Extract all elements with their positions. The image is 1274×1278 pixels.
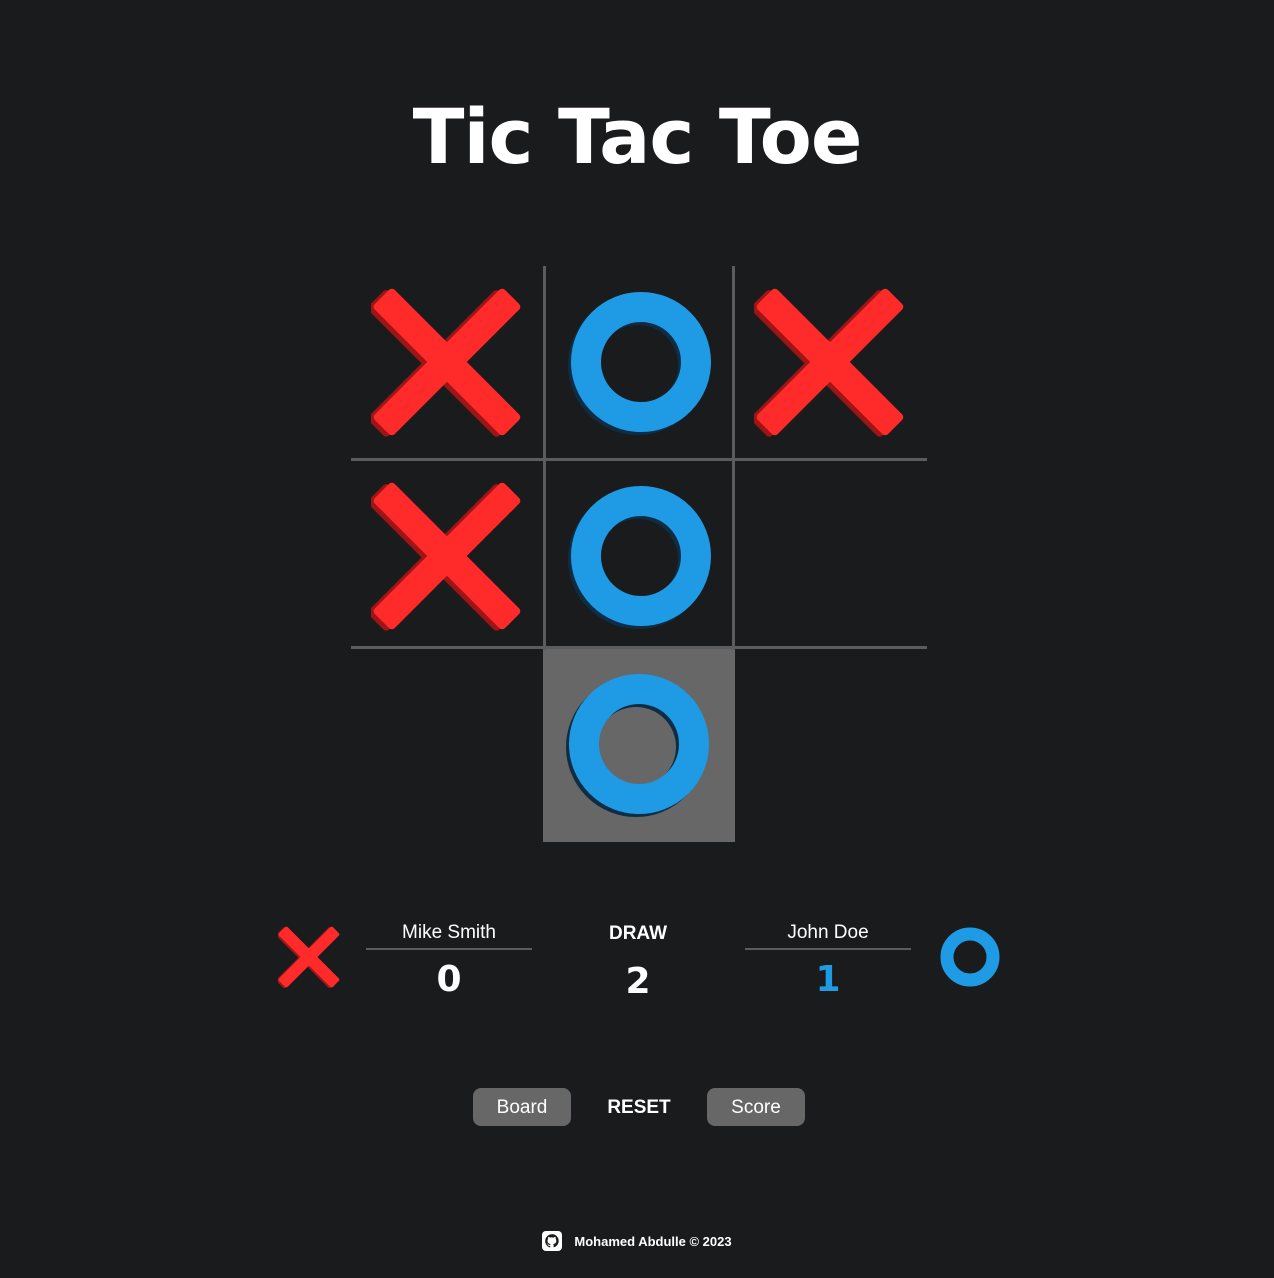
o-icon <box>940 927 1000 987</box>
o-mark-icon <box>568 486 711 629</box>
player-o-name: John Doe <box>745 920 911 950</box>
draw-score: DRAW 2 <box>588 910 688 1012</box>
reset-button[interactable]: RESET <box>589 1088 689 1126</box>
board-cell-9[interactable] <box>734 648 926 840</box>
player-o-score-value: 1 <box>815 959 841 1000</box>
controls-bar: Board RESET Score <box>0 1088 1274 1126</box>
o-mark-icon <box>568 292 711 435</box>
o-mark-icon <box>566 674 709 817</box>
github-icon[interactable] <box>542 1231 563 1251</box>
footer-text: Mohamed Abdulle © 2023 <box>574 1233 732 1249</box>
draw-label: DRAW <box>608 923 668 944</box>
x-icon <box>278 926 340 988</box>
x-mark-icon <box>371 482 521 631</box>
player-o-score: John Doe 1 <box>745 920 911 1010</box>
player-x-score: Mike Smith 0 <box>366 920 532 1010</box>
board-cell-2[interactable] <box>545 266 737 458</box>
board-cell-7[interactable] <box>351 648 543 840</box>
board-cell-3[interactable] <box>734 266 926 458</box>
score-button[interactable]: Score <box>707 1088 805 1126</box>
grid-line-horizontal-2 <box>351 646 927 649</box>
footer: Mohamed Abdulle © 2023 <box>0 1231 1274 1253</box>
x-mark-icon <box>371 288 521 437</box>
board-cell-4[interactable] <box>351 460 543 652</box>
player-x-name: Mike Smith <box>366 920 532 950</box>
draw-count: 2 <box>625 961 651 1002</box>
game-board <box>351 266 927 842</box>
board-button[interactable]: Board <box>473 1088 571 1126</box>
board-cell-6[interactable] <box>734 460 926 652</box>
x-mark-icon <box>754 288 904 437</box>
grid-line-horizontal-1 <box>351 458 927 461</box>
player-x-score-value: 0 <box>436 959 462 1000</box>
game-page: Tic Tac Toe Mike Smith 0 DRAW 2 John Doe… <box>0 0 1274 1278</box>
board-cell-5[interactable] <box>545 460 737 652</box>
board-cell-8[interactable] <box>543 648 735 842</box>
scoreboard: Mike Smith 0 DRAW 2 John Doe 1 <box>0 910 1274 1020</box>
page-title: Tic Tac Toe <box>412 92 863 181</box>
board-cell-1[interactable] <box>351 266 543 458</box>
